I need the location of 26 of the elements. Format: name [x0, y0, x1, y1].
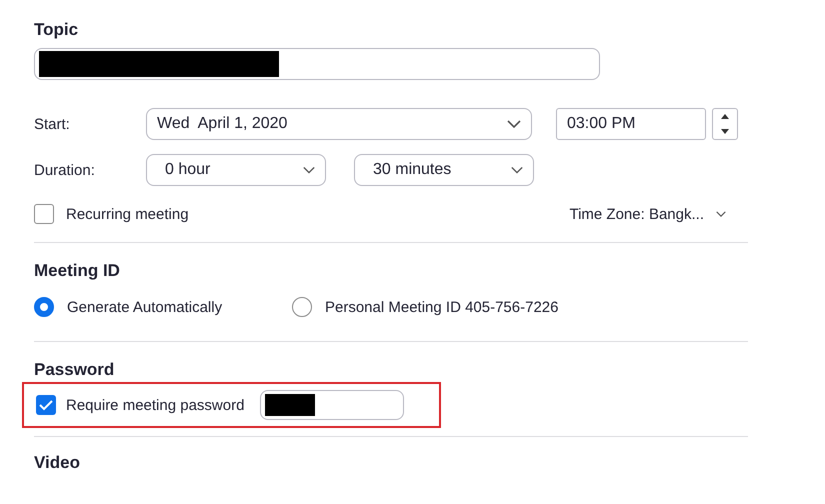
radio-label: Generate Automatically — [67, 298, 222, 316]
chevron-down-icon — [507, 120, 521, 128]
time-zone-label[interactable]: Time Zone: Bangk... — [569, 206, 704, 222]
recurring-checkbox[interactable] — [34, 204, 54, 224]
chevron-down-icon — [303, 166, 315, 174]
radio-button[interactable] — [34, 297, 54, 317]
chevron-down-icon — [511, 166, 523, 174]
start-label: Start: — [34, 116, 71, 132]
topic-label: Topic — [34, 20, 80, 40]
time-spinner[interactable] — [712, 108, 738, 140]
hours-dropdown[interactable]: 0 hour — [146, 154, 326, 186]
minutes-dropdown[interactable]: 30 minutes — [354, 154, 534, 186]
radio-label: Personal Meeting ID 405-756-7226 — [325, 298, 558, 316]
password-checkbox[interactable] — [36, 395, 56, 415]
radio-button[interactable] — [292, 297, 312, 317]
recurring-label: Recurring meeting — [66, 206, 189, 222]
password-label: Require meeting password — [66, 396, 244, 414]
chevron-down-icon — [716, 210, 726, 218]
time-field[interactable]: 03:00 PM — [556, 108, 706, 140]
date-dropdown[interactable]: Wed April 1, 2020 — [146, 108, 532, 140]
meeting-id-title: Meeting ID — [34, 261, 121, 281]
topic-field[interactable] — [34, 48, 600, 80]
duration-label: Duration: — [34, 162, 96, 178]
password-title: Password — [34, 360, 116, 380]
video-title: Video — [34, 453, 81, 473]
password-field[interactable] — [260, 390, 404, 420]
